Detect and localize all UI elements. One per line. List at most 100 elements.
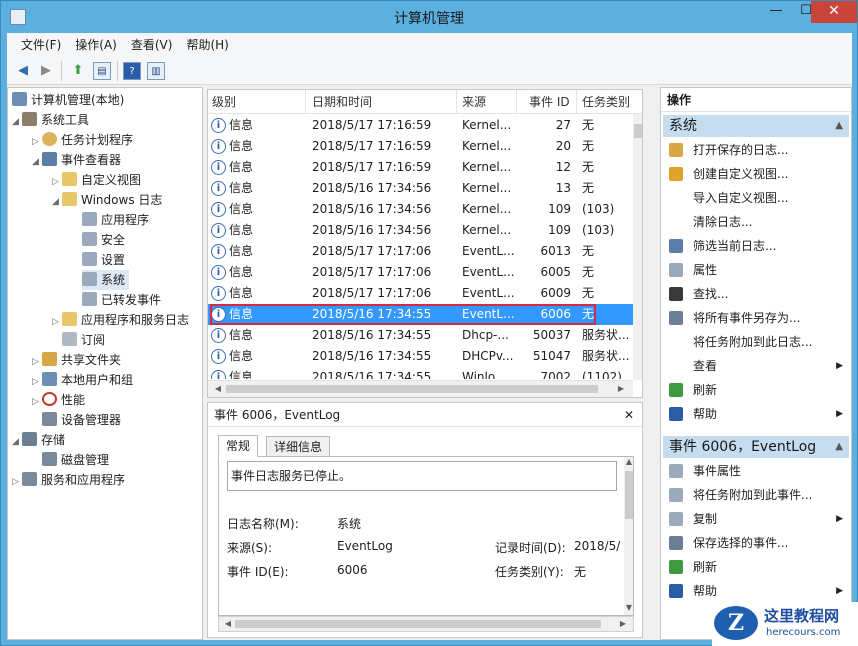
tree-item-windows-logs[interactable]: ◢ Windows 日志 [52, 190, 162, 210]
action-copy[interactable]: 复制 ▶ [663, 507, 849, 531]
expand-arrow-icon[interactable]: ◢ [32, 152, 42, 172]
expand-arrow-icon[interactable]: ◢ [52, 192, 62, 212]
tree-item-system-tools[interactable]: ◢ 系统工具 [12, 110, 89, 130]
tab-details[interactable]: 详细信息 [266, 436, 331, 458]
tree-item-shared-folders[interactable]: ▷ 共享文件夹 [32, 350, 121, 370]
tree-item-application[interactable]: 应用程序 [82, 210, 149, 230]
scrollbar-thumb[interactable] [625, 471, 633, 519]
tab-general[interactable]: 常规 [218, 435, 259, 457]
minimize-button[interactable]: — [761, 1, 791, 23]
scrollbar-thumb[interactable] [235, 620, 601, 628]
action-properties[interactable]: 属性 [663, 258, 849, 282]
expand-arrow-icon[interactable]: ▷ [32, 352, 42, 372]
action-refresh-event[interactable]: 刷新 [663, 555, 849, 579]
forward-icon[interactable]: ▶ [37, 62, 55, 80]
action-clear-log[interactable]: 清除日志... [663, 210, 849, 234]
tree-item-local-users[interactable]: ▷ 本地用户和组 [32, 370, 133, 390]
action-view[interactable]: 查看 ▶ [663, 354, 849, 378]
list-horizontal-scrollbar[interactable]: ◀ ▶ [208, 380, 633, 397]
table-row-selected[interactable]: i 信息 2018/5/16 17:34:55 EventL... 6006 无 [208, 304, 633, 325]
table-row[interactable]: i 信息 2018/5/16 17:34:56 Kernel... 13 无 [208, 178, 633, 199]
tree-item-event-viewer[interactable]: ◢ 事件查看器 [32, 150, 121, 170]
menu-help[interactable]: 帮助(H) [179, 33, 235, 57]
tree-item-disk-management[interactable]: 磁盘管理 [42, 450, 109, 470]
expand-arrow-icon[interactable]: ▷ [32, 132, 42, 152]
column-header-source[interactable]: 来源 [462, 90, 486, 114]
tree-item-performance[interactable]: ▷ 性能 [32, 390, 85, 410]
table-row[interactable]: i 信息 2018/5/17 17:16:59 Kernel... 12 无 [208, 157, 633, 178]
table-row[interactable]: i 信息 2018/5/17 17:17:06 EventL... 6005 无 [208, 262, 633, 283]
column-header-datetime[interactable]: 日期和时间 [312, 90, 372, 114]
menu-view[interactable]: 查看(V) [124, 33, 180, 57]
expand-arrow-icon[interactable]: ▷ [52, 172, 62, 192]
actions-section-system[interactable]: 系统 ▲ [663, 115, 849, 137]
action-open-saved-log[interactable]: 打开保存的日志... [663, 138, 849, 162]
action-refresh[interactable]: 刷新 [663, 378, 849, 402]
tree-item-system[interactable]: 系统 [82, 270, 130, 290]
close-button[interactable]: ✕ [811, 1, 857, 23]
action-import-custom-view[interactable]: 导入自定义视图... [663, 186, 849, 210]
detail-close-icon[interactable]: ✕ [624, 403, 634, 427]
collapse-caret-icon[interactable]: ▲ [835, 436, 843, 458]
expand-arrow-icon[interactable]: ▷ [12, 472, 22, 492]
list-vertical-scrollbar[interactable] [633, 114, 642, 380]
help-icon[interactable]: ? [123, 62, 141, 80]
scroll-up-arrow-icon[interactable]: ▲ [621, 457, 637, 466]
scroll-left-arrow-icon[interactable]: ◀ [220, 619, 236, 628]
action-create-custom-view[interactable]: 创建自定义视图... [663, 162, 849, 186]
action-attach-task-event[interactable]: 将任务附加到此事件... [663, 483, 849, 507]
expand-arrow-icon[interactable]: ▷ [32, 392, 42, 412]
scroll-down-arrow-icon[interactable]: ▼ [621, 603, 637, 612]
menu-file[interactable]: 文件(F) [14, 33, 68, 57]
table-row[interactable]: i 信息 2018/5/16 17:34:55 Dhcp-... 50037 服务状... [208, 325, 633, 346]
tree-item-custom-views[interactable]: ▷ 自定义视图 [52, 170, 141, 190]
scrollbar-thumb[interactable] [226, 385, 598, 393]
tree-item-forwarded-events[interactable]: 已转发事件 [82, 290, 161, 310]
tree-item-subscriptions[interactable]: 订阅 [62, 330, 105, 350]
action-save-selected-events[interactable]: 保存选择的事件... [663, 531, 849, 555]
action-help[interactable]: 帮助 ▶ [663, 402, 849, 426]
expand-arrow-icon[interactable]: ◢ [12, 432, 22, 452]
table-row[interactable]: i 信息 2018/5/16 17:34:55 DHCPv... 51047 服务状... [208, 346, 633, 367]
table-row[interactable]: i 信息 2018/5/17 17:16:59 Kernel... 20 无 [208, 136, 633, 157]
detail-horizontal-scrollbar[interactable]: ◀ ▶ [218, 616, 634, 632]
up-folder-icon[interactable]: ⬆ [69, 62, 87, 80]
table-row[interactable]: i 信息 2018/5/17 17:17:06 EventL... 6013 无 [208, 241, 633, 262]
tree-item-security[interactable]: 安全 [82, 230, 125, 250]
column-header-task-category[interactable]: 任务类别 [582, 90, 630, 114]
tree-item-services-apps[interactable]: ▷ 服务和应用程序 [12, 470, 125, 490]
column-header-level[interactable]: 级别 [212, 90, 236, 114]
table-row[interactable]: i 信息 2018/5/16 17:34:55 Winlo... 7002 (1102) [208, 367, 633, 379]
scrollbar-thumb[interactable] [634, 124, 642, 138]
action-save-all-events[interactable]: 将所有事件另存为... [663, 306, 849, 330]
action-attach-task-log[interactable]: 将任务附加到此日志... [663, 330, 849, 354]
expand-arrow-icon[interactable]: ▷ [52, 312, 62, 332]
column-header-event-id[interactable]: 事件 ID [529, 90, 570, 114]
show-hide-tree-icon[interactable]: ▤ [93, 62, 111, 80]
action-filter-current-log[interactable]: 筛选当前日志... [663, 234, 849, 258]
menu-action[interactable]: 操作(A) [68, 33, 124, 57]
back-icon[interactable]: ◀ [14, 62, 32, 80]
table-row[interactable]: i 信息 2018/5/17 17:16:59 Kernel... 27 无 [208, 115, 633, 136]
tree-item-setup[interactable]: 设置 [82, 250, 125, 270]
table-row[interactable]: i 信息 2018/5/16 17:34:56 Kernel... 109 (103) [208, 199, 633, 220]
table-row[interactable]: i 信息 2018/5/17 17:17:06 EventL... 6009 无 [208, 283, 633, 304]
action-help-event[interactable]: 帮助 ▶ [663, 579, 849, 603]
collapse-caret-icon[interactable]: ▲ [835, 115, 843, 137]
tree-item-storage[interactable]: ◢ 存储 [12, 430, 65, 450]
scroll-right-arrow-icon[interactable]: ▶ [615, 619, 631, 628]
action-find[interactable]: 查找... [663, 282, 849, 306]
action-event-properties[interactable]: 事件属性 [663, 459, 849, 483]
scroll-right-arrow-icon[interactable]: ▶ [613, 384, 629, 393]
expand-arrow-icon[interactable]: ◢ [12, 112, 22, 132]
actions-section-event[interactable]: 事件 6006，EventLog ▲ [663, 436, 849, 458]
detail-vertical-scrollbar[interactable]: ▲ ▼ [624, 457, 633, 615]
expand-arrow-icon[interactable]: ▷ [32, 372, 42, 392]
scroll-left-arrow-icon[interactable]: ◀ [210, 384, 226, 393]
tree-item-device-manager[interactable]: 设备管理器 [42, 410, 121, 430]
tree-item-app-service-logs[interactable]: ▷ 应用程序和服务日志 [52, 310, 189, 330]
tree-item-computer-management[interactable]: 计算机管理(本地) [12, 90, 124, 110]
tree-item-task-scheduler[interactable]: ▷ 任务计划程序 [32, 130, 133, 150]
table-row[interactable]: i 信息 2018/5/16 17:34:56 Kernel... 109 (103) [208, 220, 633, 241]
show-hide-action-pane-icon[interactable]: ▥ [147, 62, 165, 80]
